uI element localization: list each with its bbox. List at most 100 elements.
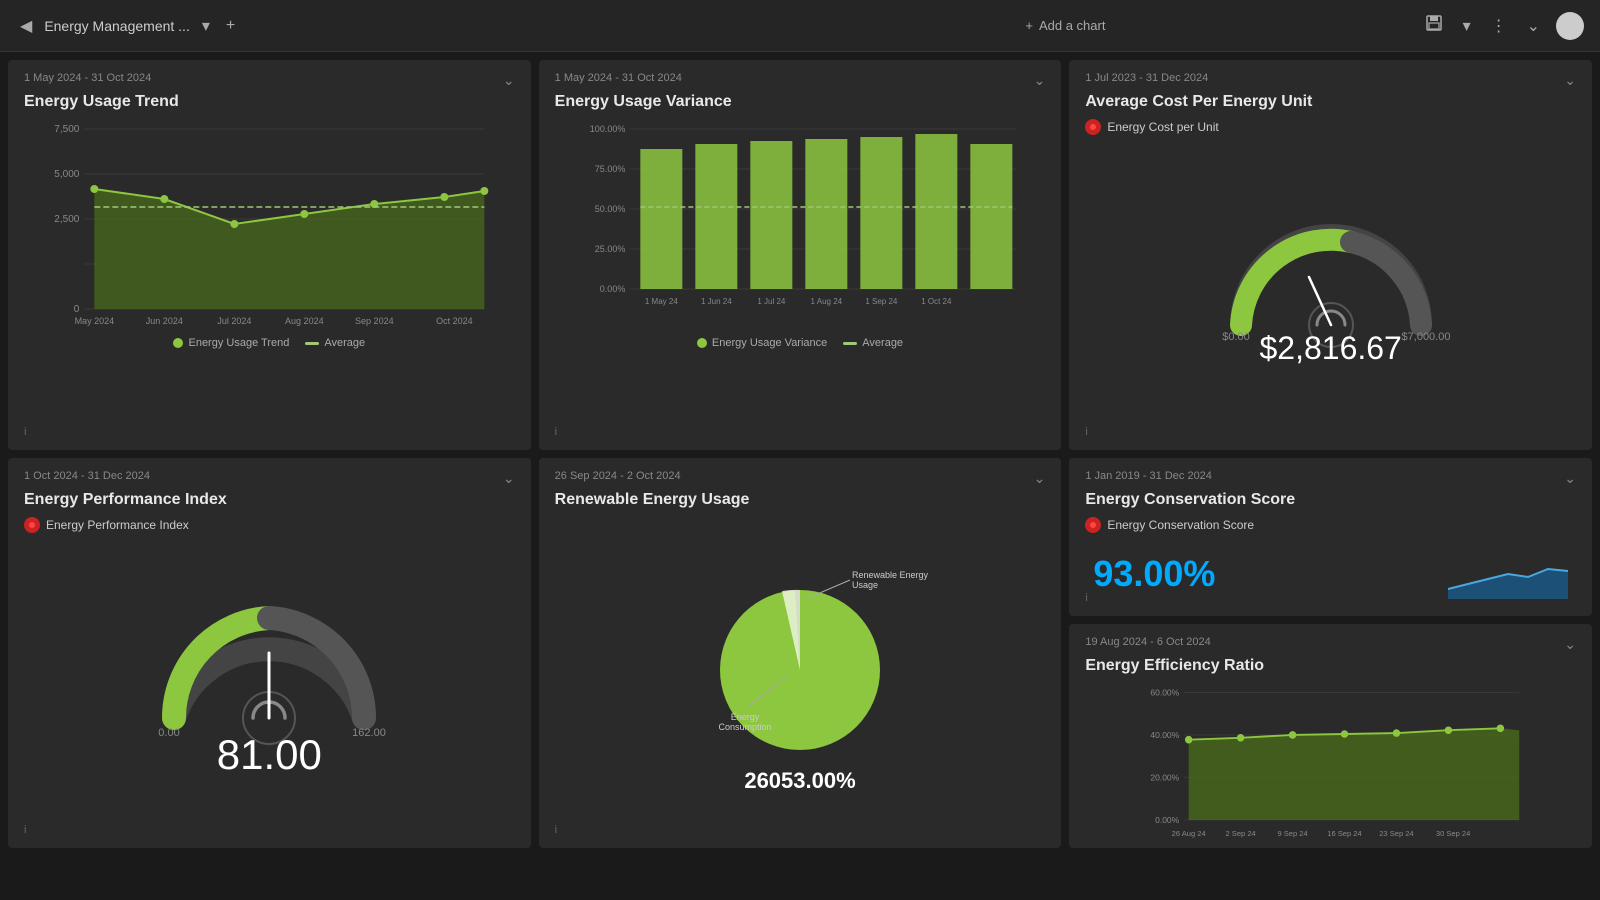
svg-text:40.00%: 40.00% <box>1151 729 1180 739</box>
add-chart-icon: + <box>1025 18 1033 33</box>
svg-text:16 Sep 24: 16 Sep 24 <box>1328 829 1362 838</box>
ecs-value: 93.00% <box>1093 553 1215 595</box>
epi-chevron[interactable]: ⌄ <box>503 470 515 487</box>
right-column: 1 Jan 2019 - 31 Dec 2024 ⌄ Energy Conser… <box>1069 458 1592 848</box>
epi-value: 81.00 <box>217 731 322 779</box>
cost-series: Energy Cost per Unit <box>1085 119 1576 135</box>
epi-series-name: Energy Performance Index <box>46 518 189 532</box>
card-header-eer: 19 Aug 2024 - 6 Oct 2024 ⌄ <box>1085 636 1576 653</box>
add-tab-button[interactable]: + <box>222 13 239 39</box>
ecs-series-name: Energy Conservation Score <box>1107 518 1254 532</box>
energy-conservation-card: 1 Jan 2019 - 31 Dec 2024 ⌄ Energy Conser… <box>1069 458 1592 616</box>
variance-legend: Energy Usage Variance Average <box>555 337 1046 349</box>
svg-text:Renewable Energy: Renewable Energy <box>852 570 929 580</box>
eer-chart-svg: 60.00% 40.00% 20.00% 0.00% <box>1085 683 1576 848</box>
variance-info[interactable]: i <box>555 426 557 438</box>
trend-chart: 7,500 5,000 2,500 0 May 2024 Jun 2024 Ju… <box>24 119 515 329</box>
variance-chevron[interactable]: ⌄ <box>1034 72 1046 89</box>
svg-text:0.00: 0.00 <box>159 727 180 739</box>
average-cost-card: 1 Jul 2023 - 31 Dec 2024 ⌄ Average Cost … <box>1069 60 1592 450</box>
trend-info[interactable]: i <box>24 426 26 438</box>
card-header-variance: 1 May 2024 - 31 Oct 2024 ⌄ <box>555 72 1046 89</box>
cost-series-name: Energy Cost per Unit <box>1107 120 1218 134</box>
svg-text:5,000: 5,000 <box>54 169 79 180</box>
cost-chevron[interactable]: ⌄ <box>1564 72 1576 89</box>
svg-text:1 Jul 24: 1 Jul 24 <box>757 297 786 306</box>
ecs-sparkline <box>1448 549 1568 599</box>
energy-performance-card: 1 Oct 2024 - 31 Dec 2024 ⌄ Energy Perfor… <box>8 458 531 848</box>
epi-gauge: 0.00 162.00 81.00 <box>24 541 515 836</box>
legend-label-average: Average <box>324 337 365 349</box>
epi-series-icon <box>24 517 40 533</box>
topbar-right: ▾ ⋮ ⌄ <box>1421 10 1584 41</box>
expand-button[interactable]: ⌄ <box>1523 12 1544 40</box>
legend-dot-trend <box>173 338 183 348</box>
svg-text:Consumption: Consumption <box>718 722 771 732</box>
card-header-ecs: 1 Jan 2019 - 31 Dec 2024 ⌄ <box>1085 470 1576 487</box>
svg-text:0.00%: 0.00% <box>1155 814 1180 824</box>
card-header-cost: 1 Jul 2023 - 31 Dec 2024 ⌄ <box>1085 72 1576 89</box>
re-value: 26053.00% <box>744 768 855 794</box>
epi-gauge-svg: 0.00 162.00 <box>154 598 384 743</box>
ecs-chevron[interactable]: ⌄ <box>1564 470 1576 487</box>
ecs-info[interactable]: i <box>1085 592 1087 604</box>
card-header-re: 26 Sep 2024 - 2 Oct 2024 ⌄ <box>555 470 1046 487</box>
legend-avg-variance: Average <box>843 337 903 349</box>
variance-chart: 100.00% 75.00% 50.00% 25.00% 0.00% 1 May… <box>555 119 1046 329</box>
svg-text:20.00%: 20.00% <box>1151 772 1180 782</box>
svg-text:$7,000.00: $7,000.00 <box>1401 331 1450 343</box>
legend-dot-variance <box>697 338 707 348</box>
eer-date: 19 Aug 2024 - 6 Oct 2024 <box>1085 636 1210 648</box>
title-chevron[interactable]: ▾ <box>198 12 214 40</box>
card-header-trend: 1 May 2024 - 31 Oct 2024 ⌄ <box>24 72 515 89</box>
variance-date: 1 May 2024 - 31 Oct 2024 <box>555 72 682 84</box>
svg-text:9 Sep 24: 9 Sep 24 <box>1278 829 1308 838</box>
eer-title: Energy Efficiency Ratio <box>1085 657 1576 675</box>
svg-text:100.00%: 100.00% <box>589 124 625 134</box>
svg-text:May 2024: May 2024 <box>75 316 115 326</box>
cost-series-icon <box>1085 119 1101 135</box>
cost-title: Average Cost Per Energy Unit <box>1085 93 1576 111</box>
eer-chevron[interactable]: ⌄ <box>1564 636 1576 653</box>
topbar-left: ◀ Energy Management ... ▾ + <box>16 12 710 40</box>
svg-text:75.00%: 75.00% <box>594 164 625 174</box>
energy-usage-trend-card: 1 May 2024 - 31 Oct 2024 ⌄ Energy Usage … <box>8 60 531 450</box>
svg-text:1 Aug 24: 1 Aug 24 <box>810 297 842 306</box>
re-title: Renewable Energy Usage <box>555 491 1046 509</box>
svg-text:23 Sep 24: 23 Sep 24 <box>1380 829 1414 838</box>
epi-title: Energy Performance Index <box>24 491 515 509</box>
energy-usage-variance-card: 1 May 2024 - 31 Oct 2024 ⌄ Energy Usage … <box>539 60 1062 450</box>
svg-text:Energy: Energy <box>731 712 760 722</box>
re-pie-svg: Renewable Energy Usage Energy Consumptio… <box>690 560 910 760</box>
renewable-energy-card: 26 Sep 2024 - 2 Oct 2024 ⌄ Renewable Ene… <box>539 458 1062 848</box>
re-info[interactable]: i <box>555 824 557 836</box>
options-menu[interactable]: ⋮ <box>1487 12 1511 40</box>
dashboard-grid: 1 May 2024 - 31 Oct 2024 ⌄ Energy Usage … <box>0 52 1600 900</box>
trend-chevron[interactable]: ⌄ <box>503 72 515 89</box>
add-chart-button[interactable]: + Add a chart <box>1013 12 1117 39</box>
topbar-center: + Add a chart <box>718 12 1412 39</box>
svg-text:2 Sep 24: 2 Sep 24 <box>1226 829 1256 838</box>
cost-info[interactable]: i <box>1085 426 1087 438</box>
legend-trend: Energy Usage Trend <box>173 337 289 349</box>
energy-efficiency-card: 19 Aug 2024 - 6 Oct 2024 ⌄ Energy Effici… <box>1069 624 1592 848</box>
svg-text:25.00%: 25.00% <box>594 244 625 254</box>
svg-text:Aug 2024: Aug 2024 <box>285 316 324 326</box>
save-icon[interactable] <box>1421 10 1447 41</box>
svg-text:30 Sep 24: 30 Sep 24 <box>1436 829 1470 838</box>
user-avatar[interactable] <box>1556 12 1584 40</box>
ecs-date: 1 Jan 2019 - 31 Dec 2024 <box>1085 470 1212 482</box>
re-chevron[interactable]: ⌄ <box>1034 470 1046 487</box>
dashboard-title: Energy Management ... <box>44 18 190 34</box>
trend-date: 1 May 2024 - 31 Oct 2024 <box>24 72 151 84</box>
svg-text:60.00%: 60.00% <box>1151 687 1180 697</box>
cost-date: 1 Jul 2023 - 31 Dec 2024 <box>1085 72 1208 84</box>
svg-text:0: 0 <box>74 304 80 315</box>
cost-gauge-svg: $0.00 $7,000.00 <box>1221 215 1441 345</box>
card-header-epi: 1 Oct 2024 - 31 Dec 2024 ⌄ <box>24 470 515 487</box>
back-button[interactable]: ◀ <box>16 12 36 40</box>
ecs-series: Energy Conservation Score <box>1085 517 1576 533</box>
dropdown-arrow[interactable]: ▾ <box>1459 12 1475 40</box>
svg-text:7,500: 7,500 <box>54 124 79 135</box>
epi-info[interactable]: i <box>24 824 26 836</box>
